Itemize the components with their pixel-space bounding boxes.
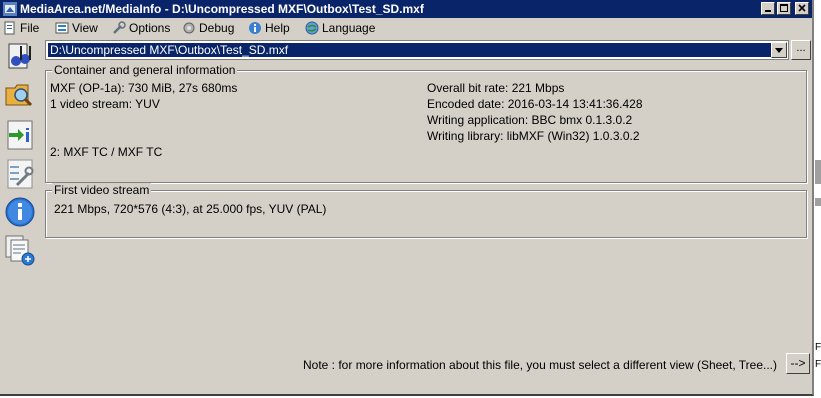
video-stream-legend: First video stream — [52, 183, 152, 197]
mediainfo-app-icon — [3, 2, 17, 16]
container-format-line: MXF (OP-1a): 730 MiB, 27s 680ms — [50, 81, 238, 95]
language-menu-icon — [305, 21, 319, 34]
title-bar[interactable]: MediaArea.net/MediaInfo - D:\Uncompresse… — [0, 0, 812, 18]
file-menu-icon — [4, 21, 15, 34]
menu-help[interactable]: Help — [248, 19, 290, 36]
menu-bar: File View Options Debug Help Language — [0, 18, 812, 37]
chevron-down-icon — [775, 48, 783, 53]
mediainfo-window: MediaArea.net/MediaInfo - D:\Uncompresse… — [0, 0, 814, 396]
overall-bitrate-line: Overall bit rate: 221 Mbps — [427, 81, 565, 95]
view-note: Note : for more information about this f… — [303, 358, 777, 372]
file-select-dropdown-button[interactable] — [771, 42, 787, 58]
export-icon[interactable] — [3, 118, 37, 152]
video-stream-line: 221 Mbps, 720*576 (4:3), at 25.000 fps, … — [54, 202, 327, 216]
background-window-fragment — [815, 160, 821, 184]
open-file-icon[interactable] — [3, 40, 37, 74]
debug-menu-icon — [183, 22, 195, 33]
container-info-legend: Container and general information — [52, 63, 238, 77]
maximize-button[interactable] — [777, 2, 791, 15]
menu-debug[interactable]: Debug — [182, 19, 234, 36]
menu-file[interactable]: File — [3, 19, 39, 36]
background-window-fragment-2 — [815, 198, 821, 206]
menu-options[interactable]: Options — [112, 19, 170, 36]
background-text-fragment-2: F — [815, 359, 821, 370]
menu-options-label: Options — [129, 20, 171, 35]
menu-file-label: File — [20, 20, 40, 35]
writing-library-line: Writing library: libMXF (Win32) 1.0.3.0.… — [427, 129, 640, 143]
video-stream-count-line: 1 video stream: YUV — [50, 97, 160, 111]
container-info-group: Container and general information MXF (O… — [45, 63, 807, 183]
menu-help-label: Help — [265, 20, 290, 35]
open-folder-icon[interactable] — [3, 78, 37, 112]
window-title: MediaArea.net/MediaInfo - D:\Uncompresse… — [20, 2, 424, 16]
file-select-value: D:\Uncompressed MXF\Outbox\Test_SD.mxf — [48, 43, 774, 57]
help-menu-icon — [249, 21, 261, 34]
next-view-button[interactable]: --> — [786, 353, 810, 374]
maximize-icon — [780, 4, 788, 12]
view-menu-icon — [55, 22, 69, 33]
options-menu-icon — [113, 20, 126, 34]
preferences-icon[interactable] — [3, 157, 37, 191]
encoded-date-line: Encoded date: 2016-03-14 13:41:36.428 — [427, 97, 643, 111]
video-stream-group: First video stream 221 Mbps, 720*576 (4:… — [45, 183, 807, 238]
menu-debug-label: Debug — [199, 20, 235, 35]
menu-view-label: View — [72, 20, 98, 35]
help-topics-icon[interactable] — [3, 233, 37, 267]
minimize-button[interactable] — [761, 2, 775, 15]
close-icon — [798, 4, 806, 12]
menu-language[interactable]: Language — [305, 19, 375, 36]
minimize-icon — [765, 10, 771, 12]
file-select[interactable]: D:\Uncompressed MXF\Outbox\Test_SD.mxf — [45, 40, 789, 60]
writing-application-line: Writing application: BBC bmx 0.1.3.0.2 — [427, 113, 633, 127]
menu-view[interactable]: View — [55, 19, 98, 36]
close-button[interactable] — [795, 2, 809, 15]
timecode-line: 2: MXF TC / MXF TC — [50, 145, 163, 159]
browse-button[interactable]: ... — [791, 40, 811, 60]
background-text-fragment-1: F — [815, 342, 821, 353]
about-icon[interactable] — [3, 195, 37, 229]
menu-language-label: Language — [322, 20, 376, 35]
